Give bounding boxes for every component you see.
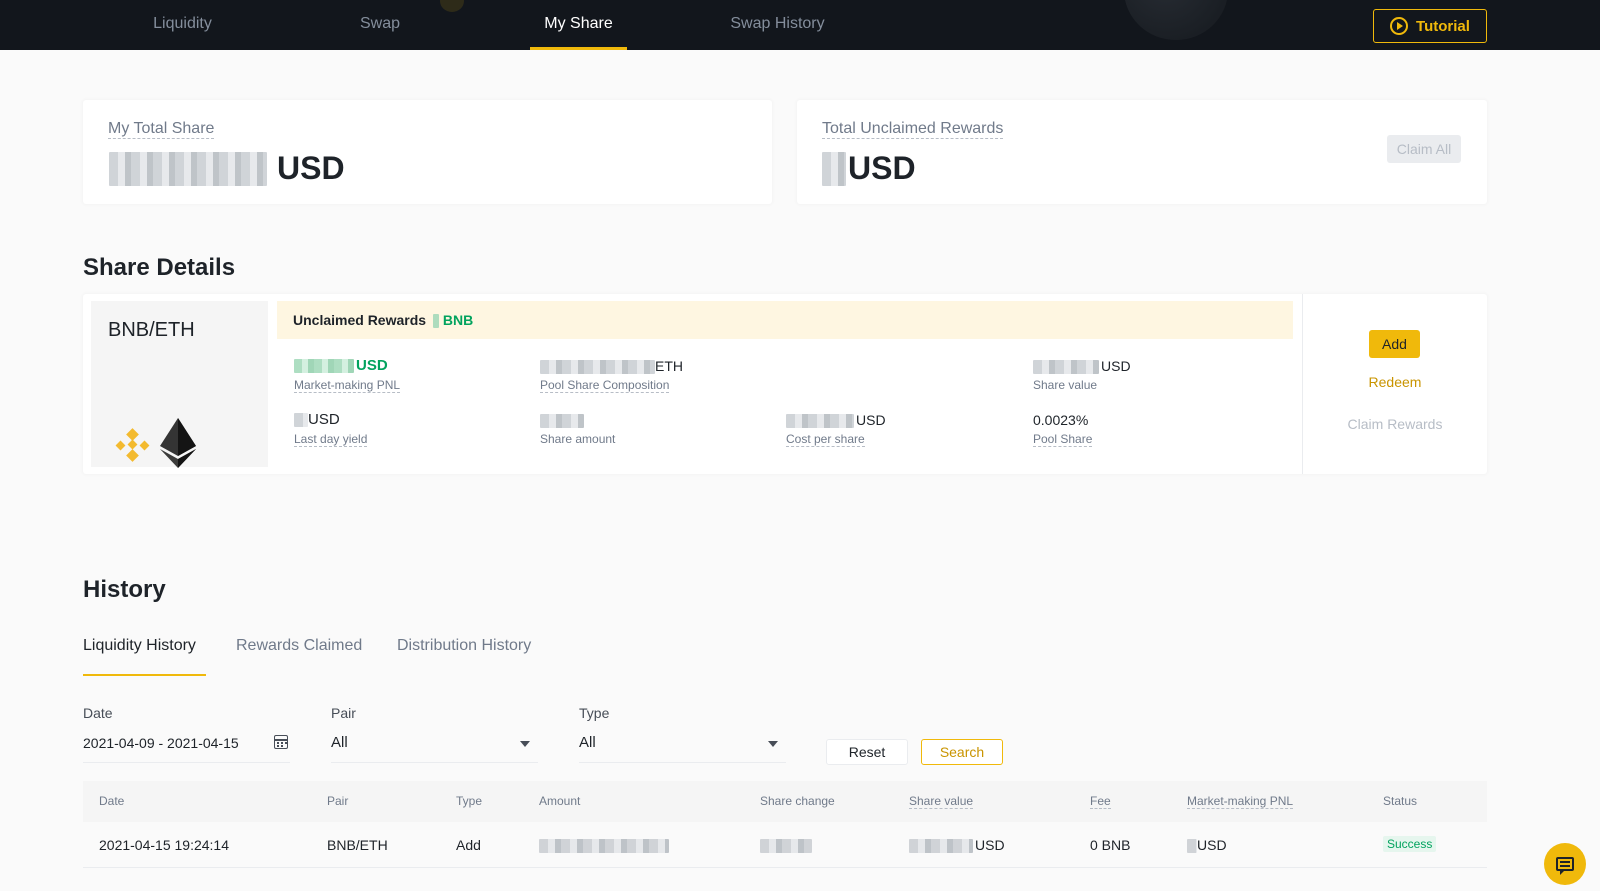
decorative-coin-graphic-small bbox=[440, 0, 464, 12]
pool-share-label[interactable]: Pool Share bbox=[1033, 432, 1093, 447]
metric-last-day-yield: USD Last day yield bbox=[294, 411, 368, 447]
pnl-unit: USD bbox=[356, 357, 388, 374]
status-badge: Success bbox=[1383, 836, 1437, 852]
chevron-down-icon bbox=[520, 741, 530, 747]
composition-label[interactable]: Pool Share Composition bbox=[540, 378, 670, 393]
eth-icon bbox=[160, 418, 196, 468]
row-date: 2021-04-15 19:24:14 bbox=[99, 837, 229, 853]
pair-name: BNB/ETH bbox=[108, 319, 195, 341]
tab-liquidity-history[interactable]: Liquidity History bbox=[83, 637, 196, 655]
column-share-change: Share change bbox=[760, 794, 835, 808]
date-range-value: 2021-04-09 - 2021-04-15 bbox=[83, 735, 239, 751]
unclaimed-bnb-redacted bbox=[432, 314, 439, 329]
add-button[interactable]: Add bbox=[1369, 330, 1420, 358]
play-circle-icon bbox=[1390, 17, 1409, 35]
column-date: Date bbox=[99, 794, 125, 808]
tab-swap[interactable]: Swap bbox=[335, 0, 425, 50]
row-share-change-redacted bbox=[760, 839, 812, 854]
search-button[interactable]: Search bbox=[921, 739, 1003, 765]
row-fee: 0 BNB bbox=[1090, 837, 1131, 853]
cost-label[interactable]: Cost per share bbox=[786, 432, 865, 447]
row-amount-redacted bbox=[539, 839, 669, 854]
unclaimed-rewards-card: Total Unclaimed Rewards USD bbox=[797, 100, 1487, 204]
share-details-title: Share Details bbox=[83, 254, 236, 281]
decorative-coin-graphic bbox=[1124, 0, 1228, 40]
tab-swap-history[interactable]: Swap History bbox=[715, 0, 840, 50]
unclaimed-rewards-bar: Unclaimed Rewards BNB bbox=[277, 301, 1293, 339]
date-range-input[interactable]: 2021-04-09 - 2021-04-15 bbox=[83, 731, 290, 763]
tab-my-share[interactable]: My Share bbox=[530, 0, 627, 50]
pair-box: BNB/ETH bbox=[91, 301, 268, 468]
yield-unit: USD bbox=[308, 411, 340, 428]
row-share-value-unit: USD bbox=[975, 837, 1005, 853]
history-table-header: Date Pair Type Amount Share change Share… bbox=[83, 781, 1487, 822]
calendar-icon[interactable] bbox=[274, 735, 288, 749]
pool-share-value: 0.0023% bbox=[1033, 412, 1089, 428]
active-tab-indicator bbox=[83, 674, 206, 676]
unclaimed-rewards-bar-currency: BNB bbox=[442, 312, 474, 328]
pnl-label[interactable]: Market-making PNL bbox=[294, 378, 401, 393]
column-pair: Pair bbox=[327, 794, 349, 808]
metric-share-amount: Share amount bbox=[540, 411, 615, 446]
tab-liquidity[interactable]: Liquidity bbox=[130, 0, 235, 50]
row-pair: BNB/ETH bbox=[327, 837, 388, 853]
date-filter-label: Date bbox=[83, 705, 113, 721]
total-share-card: My Total Share USD bbox=[83, 100, 772, 204]
tab-rewards-claimed[interactable]: Rewards Claimed bbox=[236, 637, 362, 655]
total-share-value-redacted bbox=[109, 151, 267, 186]
column-share-value[interactable]: Share value bbox=[909, 794, 974, 809]
type-filter-label: Type bbox=[579, 705, 610, 721]
row-pnl-unit: USD bbox=[1197, 837, 1227, 853]
chat-icon bbox=[1556, 857, 1574, 875]
redeem-button[interactable]: Redeem bbox=[1330, 374, 1460, 390]
metric-pool-share-composition: ETH Pool Share Composition bbox=[540, 357, 683, 393]
tutorial-label: Tutorial bbox=[1416, 17, 1470, 35]
history-title: History bbox=[83, 576, 166, 603]
claim-rewards-button[interactable]: Claim Rewards bbox=[1330, 416, 1460, 432]
column-type: Type bbox=[456, 794, 483, 808]
total-share-label[interactable]: My Total Share bbox=[108, 120, 215, 139]
share-value-unit: USD bbox=[1101, 358, 1131, 374]
tab-distribution-history[interactable]: Distribution History bbox=[397, 637, 531, 655]
column-market-making-pnl[interactable]: Market-making PNL bbox=[1187, 794, 1294, 809]
column-status: Status bbox=[1383, 794, 1418, 808]
row-type: Add bbox=[456, 837, 481, 853]
unclaimed-rewards-value-redacted bbox=[822, 151, 846, 186]
metric-share-value: USD Share value bbox=[1033, 357, 1131, 392]
type-select[interactable]: All bbox=[579, 731, 786, 763]
metric-cost-per-share: USD Cost per share bbox=[786, 411, 886, 447]
total-share-currency: USD bbox=[277, 150, 345, 186]
metric-pool-share: 0.0023% Pool Share bbox=[1033, 411, 1093, 447]
column-fee[interactable]: Fee bbox=[1090, 794, 1111, 809]
column-amount: Amount bbox=[539, 794, 581, 808]
table-row: 2021-04-15 19:24:14 BNB/ETH Add USD 0 BN… bbox=[83, 822, 1487, 868]
composition-unit: ETH bbox=[655, 358, 683, 374]
share-amount-label: Share amount bbox=[540, 432, 616, 446]
chevron-down-icon bbox=[768, 741, 778, 747]
share-amount-redacted bbox=[540, 414, 584, 429]
pair-select-value: All bbox=[331, 734, 348, 751]
top-nav: Liquidity Swap My Share Swap History Tut… bbox=[0, 0, 1600, 50]
tutorial-button[interactable]: Tutorial bbox=[1373, 9, 1487, 43]
unclaimed-rewards-currency: USD bbox=[848, 150, 916, 186]
unclaimed-rewards-label[interactable]: Total Unclaimed Rewards bbox=[822, 120, 1004, 139]
chat-support-button[interactable] bbox=[1544, 843, 1586, 885]
unclaimed-rewards-bar-label: Unclaimed Rewards bbox=[293, 312, 427, 328]
reset-button[interactable]: Reset bbox=[826, 739, 908, 765]
yield-label[interactable]: Last day yield bbox=[294, 432, 368, 447]
metric-market-making-pnl: USD Market-making PNL bbox=[294, 357, 401, 393]
bnb-icon bbox=[115, 428, 150, 462]
type-select-value: All bbox=[579, 734, 596, 751]
claim-all-button[interactable]: Claim All bbox=[1387, 135, 1461, 163]
bnb-eth-token-icons bbox=[115, 418, 196, 468]
cost-unit: USD bbox=[856, 412, 886, 428]
pair-filter-label: Pair bbox=[331, 705, 356, 721]
pair-select[interactable]: All bbox=[331, 731, 538, 763]
share-value-label: Share value bbox=[1033, 378, 1098, 392]
actions-divider bbox=[1302, 294, 1303, 474]
